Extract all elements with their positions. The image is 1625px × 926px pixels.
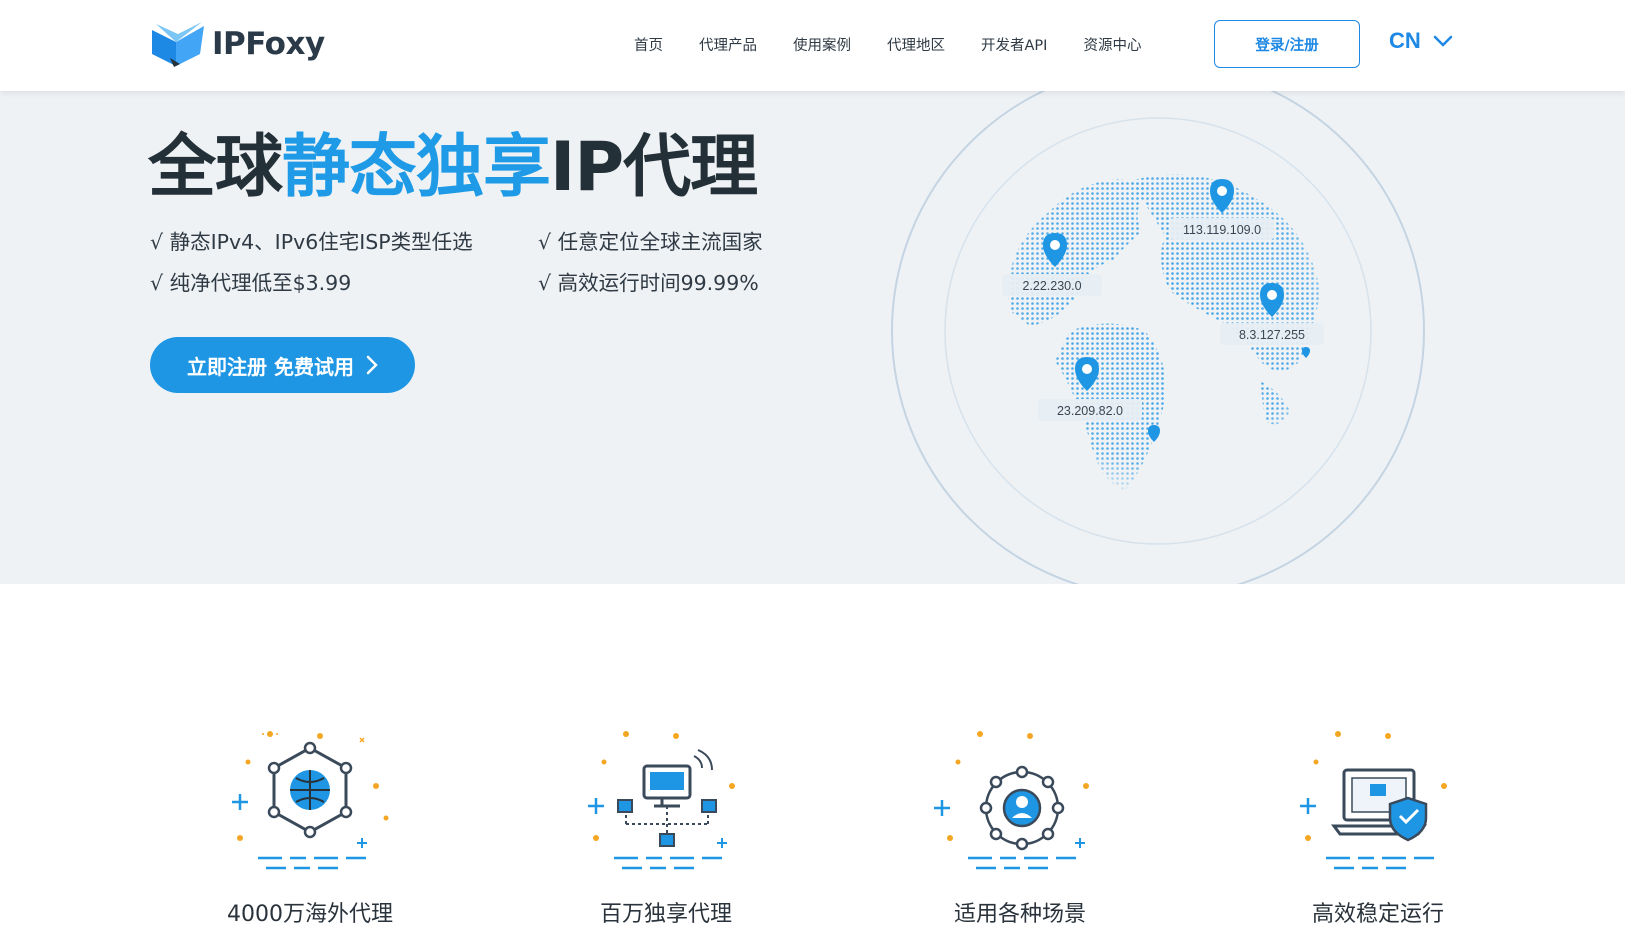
hero-title-accent: 静态独享 [282, 128, 551, 207]
feature-card-dedicated-proxies: 百万独享代理 [566, 726, 766, 926]
hero-section: 全球静态独享IP代理 √ 静态IPv4、IPv6住宅ISP类型任选 √ 任意定位… [0, 91, 1625, 584]
nav-api[interactable]: 开发者API [981, 34, 1047, 55]
features-section: 4000万海外代理 百万独享代理 适用各种场景 高效稳定运行 [0, 584, 1625, 926]
svg-text:2.22.230.0: 2.22.230.0 [1022, 279, 1081, 293]
signup-trial-label: 立即注册 免费试用 [187, 354, 354, 379]
feature-card-stable-operation: 高效稳定运行 [1278, 726, 1478, 926]
small-pin-2 [1302, 347, 1310, 358]
feature-card-use-cases: 适用各种场景 [920, 726, 1120, 926]
chevron-down-icon [1433, 35, 1453, 47]
signup-trial-button[interactable]: 立即注册 免费试用 [150, 337, 415, 393]
hero-feature-uptime: √ 高效运行时间99.99% [538, 271, 759, 295]
globe-illustration: 113.119.109.0 2.22.230.0 8.3.127.255 23.… [891, 91, 1425, 584]
brand-name: IPFoxy [212, 26, 325, 62]
nav-products[interactable]: 代理产品 [699, 34, 757, 55]
language-code: CN [1389, 28, 1421, 53]
laptop-shield-icon [1300, 731, 1447, 870]
svg-text:23.209.82.0: 23.209.82.0 [1057, 404, 1123, 418]
hero-feature-locations: √ 任意定位全球主流国家 [538, 230, 763, 254]
svg-text:8.3.127.255: 8.3.127.255 [1239, 328, 1305, 342]
globe-network-icon [232, 724, 389, 870]
svg-text:113.119.109.0: 113.119.109.0 [1183, 223, 1261, 237]
brand-logo[interactable]: IPFoxy [150, 20, 325, 68]
language-selector[interactable]: CN [1389, 28, 1453, 54]
hero-feature-ip-types: √ 静态IPv4、IPv6住宅ISP类型任选 [150, 230, 473, 254]
user-network-icon [934, 731, 1089, 870]
feature-label-dedicated-proxies: 百万独享代理 [599, 902, 732, 926]
logo-icon [152, 22, 204, 67]
nav-resources[interactable]: 资源中心 [1083, 34, 1141, 55]
nav-home[interactable]: 首页 [634, 34, 663, 55]
feature-label-overseas-proxies: 4000万海外代理 [227, 902, 393, 926]
globe-ring-outer [891, 91, 1425, 584]
main-nav: 首页 代理产品 使用案例 代理地区 开发者API 资源中心 [634, 34, 1177, 55]
monitor-network-icon [588, 731, 735, 870]
nav-cases[interactable]: 使用案例 [793, 34, 851, 55]
site-header: IPFoxy 首页 代理产品 使用案例 代理地区 开发者API 资源中心 登录/… [0, 0, 1625, 91]
nav-regions[interactable]: 代理地区 [887, 34, 945, 55]
login-register-button[interactable]: 登录/注册 [1214, 20, 1360, 68]
feature-label-stable-operation: 高效稳定运行 [1311, 902, 1444, 926]
hero-title: 全球静态独享IP代理 [148, 111, 758, 210]
hero-feature-price: √ 纯净代理低至$3.99 [150, 271, 352, 295]
hero-title-prefix: 全球 [148, 128, 283, 207]
chevron-right-icon [366, 355, 378, 375]
feature-label-use-cases: 适用各种场景 [953, 902, 1086, 926]
hero-title-suffix: IP代理 [550, 128, 758, 207]
feature-card-overseas-proxies: 4000万海外代理 [210, 724, 410, 926]
